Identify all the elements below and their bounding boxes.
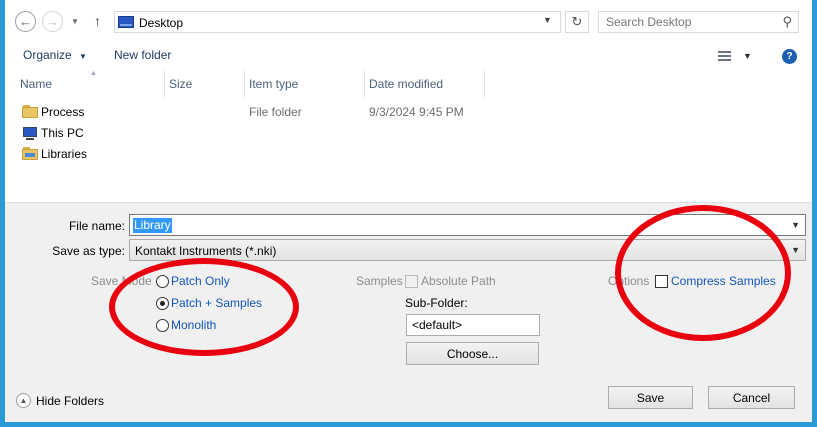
column-divider[interactable] [484, 70, 485, 98]
column-divider[interactable] [244, 70, 245, 98]
annotation-ellipse-save-mode [109, 258, 299, 356]
address-dropdown-icon[interactable]: ▼ [543, 15, 552, 25]
subfolder-input[interactable] [406, 314, 540, 336]
save-button[interactable]: Save [608, 386, 693, 409]
organize-label: Organize [23, 48, 72, 62]
column-divider[interactable] [364, 70, 365, 98]
folder-icon [22, 105, 38, 118]
refresh-icon: ↻ [571, 14, 583, 29]
refresh-button[interactable]: ↻ [565, 11, 589, 33]
chevron-up-icon[interactable]: ▲ [16, 393, 31, 408]
save-type-value: Kontakt Instruments (*.nki) [135, 244, 277, 258]
view-dropdown-icon[interactable]: ▼ [743, 51, 752, 61]
samples-label: Samples [356, 274, 403, 288]
file-name: Libraries [41, 147, 88, 161]
column-divider[interactable] [164, 70, 165, 98]
address-text: Desktop [139, 16, 184, 30]
file-name-label: File name: [68, 219, 125, 233]
hide-folders-button[interactable]: Hide Folders [36, 394, 104, 408]
subfolder-label: Sub-Folder: [405, 296, 468, 310]
search-input[interactable] [599, 12, 769, 32]
file-type: File folder [249, 105, 302, 119]
absolute-path-label: Absolute Path [421, 274, 496, 288]
choose-button[interactable]: Choose... [406, 342, 539, 365]
list-item[interactable]: This PC [22, 123, 522, 143]
sort-ascending-icon: ▲ [90, 70, 97, 77]
back-button[interactable]: ← [15, 11, 36, 32]
list-item[interactable]: Process File folder 9/3/2024 9:45 PM [22, 102, 522, 122]
library-icon [22, 147, 38, 160]
new-folder-button[interactable]: New folder [114, 48, 171, 62]
address-bar[interactable]: Desktop [114, 11, 561, 33]
organize-button[interactable]: Organize ▼ [23, 48, 87, 62]
absolute-path-checkbox[interactable] [405, 275, 418, 288]
save-type-dropdown-icon[interactable]: ▼ [791, 245, 800, 255]
arrow-right-icon: → [46, 14, 59, 29]
up-arrow-icon[interactable]: ↑ [94, 13, 101, 29]
column-date-modified[interactable]: Date modified [369, 77, 443, 91]
chevron-down-icon: ▼ [79, 52, 87, 61]
list-item[interactable]: Libraries [22, 144, 522, 164]
save-type-label: Save as type: [52, 244, 125, 258]
file-date: 9/3/2024 9:45 PM [369, 105, 464, 119]
search-box: ⚲ [598, 11, 799, 33]
computer-icon [22, 126, 38, 140]
annotation-ellipse-options [615, 205, 791, 341]
column-name[interactable]: Name [20, 77, 52, 91]
column-item-type[interactable]: Item type [249, 77, 298, 91]
save-dialog: ← → ▼ ↑ Desktop ▼ ↻ ⚲ Organize ▼ New fol… [5, 0, 812, 422]
column-size[interactable]: Size [169, 77, 192, 91]
file-name-value[interactable]: Library [133, 218, 172, 233]
arrow-left-icon: ← [19, 14, 32, 29]
file-name-dropdown-icon[interactable]: ▼ [791, 220, 800, 230]
file-name: This PC [41, 126, 84, 140]
search-icon[interactable]: ⚲ [782, 14, 792, 30]
forward-button[interactable]: → [42, 11, 63, 32]
recent-locations-chevron-icon[interactable]: ▼ [71, 17, 79, 26]
desktop-icon [118, 16, 134, 28]
view-options-icon[interactable] [718, 51, 731, 62]
file-name: Process [41, 105, 85, 119]
help-icon[interactable]: ? [782, 49, 797, 64]
cancel-button[interactable]: Cancel [708, 386, 795, 409]
